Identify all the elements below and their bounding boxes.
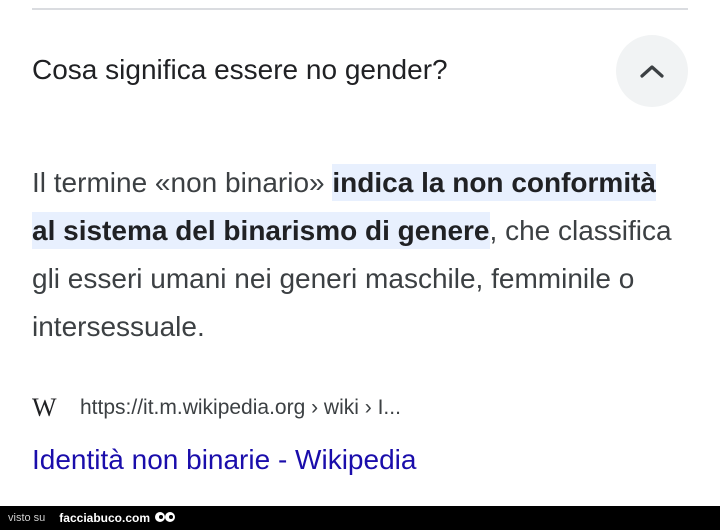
watermark-prefix: visto su (8, 512, 46, 524)
wikipedia-logo-icon: W (32, 393, 57, 422)
chevron-up-icon (640, 65, 664, 78)
collapse-button[interactable] (616, 35, 688, 107)
watermark-bar: visto su facciabuco.com (0, 506, 720, 530)
top-divider (32, 8, 688, 10)
answer-intro: Il termine «non binario» (32, 167, 333, 198)
source-line[interactable]: W https://it.m.wikipedia.org › wiki › I.… (32, 392, 401, 424)
eyes-icon (154, 511, 176, 525)
question-title[interactable]: Cosa significa essere no gender? (32, 50, 592, 90)
source-url[interactable]: https://it.m.wikipedia.org › wiki › I... (80, 396, 401, 420)
result-title-link[interactable]: Identità non binarie - Wikipedia (32, 440, 416, 480)
watermark-brand: facciabuco.com (59, 511, 150, 525)
answer-snippet: Il termine «non binario» indica la non c… (32, 159, 672, 351)
